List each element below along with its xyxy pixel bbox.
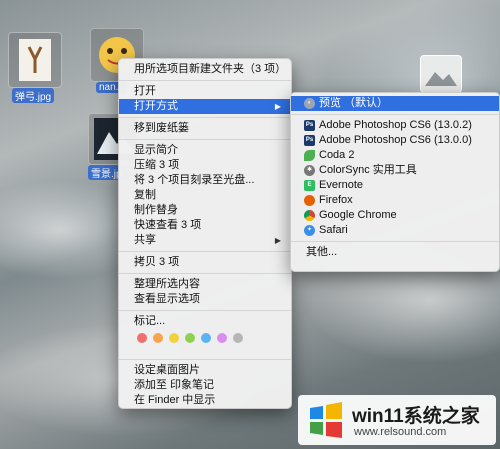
open-with-colorsync[interactable]: ✱ ColorSync 实用工具 [291, 163, 499, 178]
tag-purple[interactable] [217, 333, 227, 343]
tag-gray[interactable] [233, 333, 243, 343]
menu-item-clean-up-selection[interactable]: 整理所选内容 [119, 277, 291, 292]
menu-item-show-view-options[interactable]: 查看显示选项 [119, 292, 291, 307]
menu-separator [119, 139, 291, 140]
menu-item-reveal-in-finder[interactable]: 在 Finder 中显示 [119, 393, 291, 408]
app-label: ColorSync 实用工具 [319, 164, 417, 176]
open-with-photoshop-1300[interactable]: Ps Adobe Photoshop CS6 (13.0.0) [291, 133, 499, 148]
open-with-chrome[interactable]: Google Chrome [291, 208, 499, 223]
menu-item-label: 共享 [134, 234, 156, 246]
menu-item-open-with[interactable]: 打开方式 ▶ [119, 99, 291, 114]
app-label: Adobe Photoshop CS6 (13.0.0) [319, 134, 472, 146]
open-with-preview[interactable]: ◐ 预览 （默认） [291, 96, 499, 111]
open-with-coda[interactable]: Coda 2 [291, 148, 499, 163]
evernote-icon: E [304, 180, 315, 191]
menu-separator [119, 359, 291, 360]
app-label: 预览 （默认） [319, 97, 389, 109]
tag-orange[interactable] [153, 333, 163, 343]
menu-separator [119, 251, 291, 252]
open-with-safari[interactable]: ✦ Safari [291, 223, 499, 238]
photoshop-icon: Ps [304, 135, 315, 146]
preview-icon: ◐ [304, 98, 315, 109]
tag-red[interactable] [137, 333, 147, 343]
file-label-slingshot[interactable]: 弹弓.jpg [12, 88, 55, 103]
colorsync-icon: ✱ [304, 165, 315, 176]
watermark-url: www.relsound.com [354, 426, 447, 438]
open-with-evernote[interactable]: E Evernote [291, 178, 499, 193]
menu-separator [119, 310, 291, 311]
open-with-other[interactable]: 其他... [291, 245, 499, 260]
tag-color-row [119, 329, 291, 347]
app-label: Evernote [319, 179, 364, 191]
watermark: win11系统之家 www.relsound.com [298, 395, 496, 445]
menu-item-get-info[interactable]: 显示简介 [119, 143, 291, 158]
open-with-photoshop-1302[interactable]: Ps Adobe Photoshop CS6 (13.0.2) [291, 118, 499, 133]
watermark-brand: win11系统之家 [352, 406, 480, 427]
file-thumbnail-right[interactable] [420, 55, 462, 93]
menu-item-label: 打开方式 [134, 100, 178, 112]
file-thumbnail-slingshot[interactable] [8, 32, 62, 88]
menu-item-make-alias[interactable]: 制作替身 [119, 203, 291, 218]
slingshot-icon [19, 39, 51, 81]
menu-item-duplicate[interactable]: 复制 [119, 188, 291, 203]
landscape-thumbnail-icon [425, 72, 457, 86]
coda-icon [304, 150, 315, 161]
open-with-submenu: ◐ 预览 （默认） Ps Adobe Photoshop CS6 (13.0.2… [290, 92, 500, 272]
menu-item-compress[interactable]: 压缩 3 项 [119, 158, 291, 173]
menu-separator [119, 117, 291, 118]
submenu-arrow-icon: ▶ [274, 102, 281, 111]
menu-item-share[interactable]: 共享 ▶ [119, 233, 291, 248]
submenu-arrow-icon: ▶ [274, 236, 281, 245]
menu-item-quick-look[interactable]: 快速查看 3 项 [119, 218, 291, 233]
tag-yellow[interactable] [169, 333, 179, 343]
app-label: Safari [319, 224, 348, 236]
app-label: Firefox [319, 194, 353, 206]
menu-item-tags[interactable]: 标记... [119, 314, 291, 329]
tag-blue[interactable] [201, 333, 211, 343]
open-with-firefox[interactable]: Firefox [291, 193, 499, 208]
menu-separator [291, 114, 499, 115]
menu-item-burn[interactable]: 将 3 个项目刻录至光盘... [119, 173, 291, 188]
menu-item-set-desktop-picture[interactable]: 设定桌面图片 [119, 363, 291, 378]
safari-icon: ✦ [304, 225, 315, 236]
menu-separator [119, 273, 291, 274]
menu-item-move-to-trash[interactable]: 移到废纸篓 [119, 121, 291, 136]
menu-item-copy[interactable]: 拷贝 3 项 [119, 255, 291, 270]
menu-item-open[interactable]: 打开 [119, 84, 291, 99]
menu-separator [119, 80, 291, 81]
menu-separator [291, 241, 499, 242]
photoshop-icon: Ps [304, 120, 315, 131]
context-menu: 用所选项目新建文件夹（3 项） 打开 打开方式 ▶ 移到废纸篓 显示简介 压缩 … [118, 58, 292, 409]
menu-item-add-to-evernote[interactable]: 添加至 印象笔记 [119, 378, 291, 393]
app-label: Adobe Photoshop CS6 (13.0.2) [319, 119, 472, 131]
firefox-icon [304, 195, 315, 206]
chrome-icon [304, 210, 315, 221]
windows-logo-icon [310, 402, 342, 438]
app-label: Google Chrome [319, 209, 397, 221]
menu-item-new-folder-with-selection[interactable]: 用所选项目新建文件夹（3 项） [119, 62, 291, 77]
tag-green[interactable] [185, 333, 195, 343]
app-label: Coda 2 [319, 149, 355, 161]
